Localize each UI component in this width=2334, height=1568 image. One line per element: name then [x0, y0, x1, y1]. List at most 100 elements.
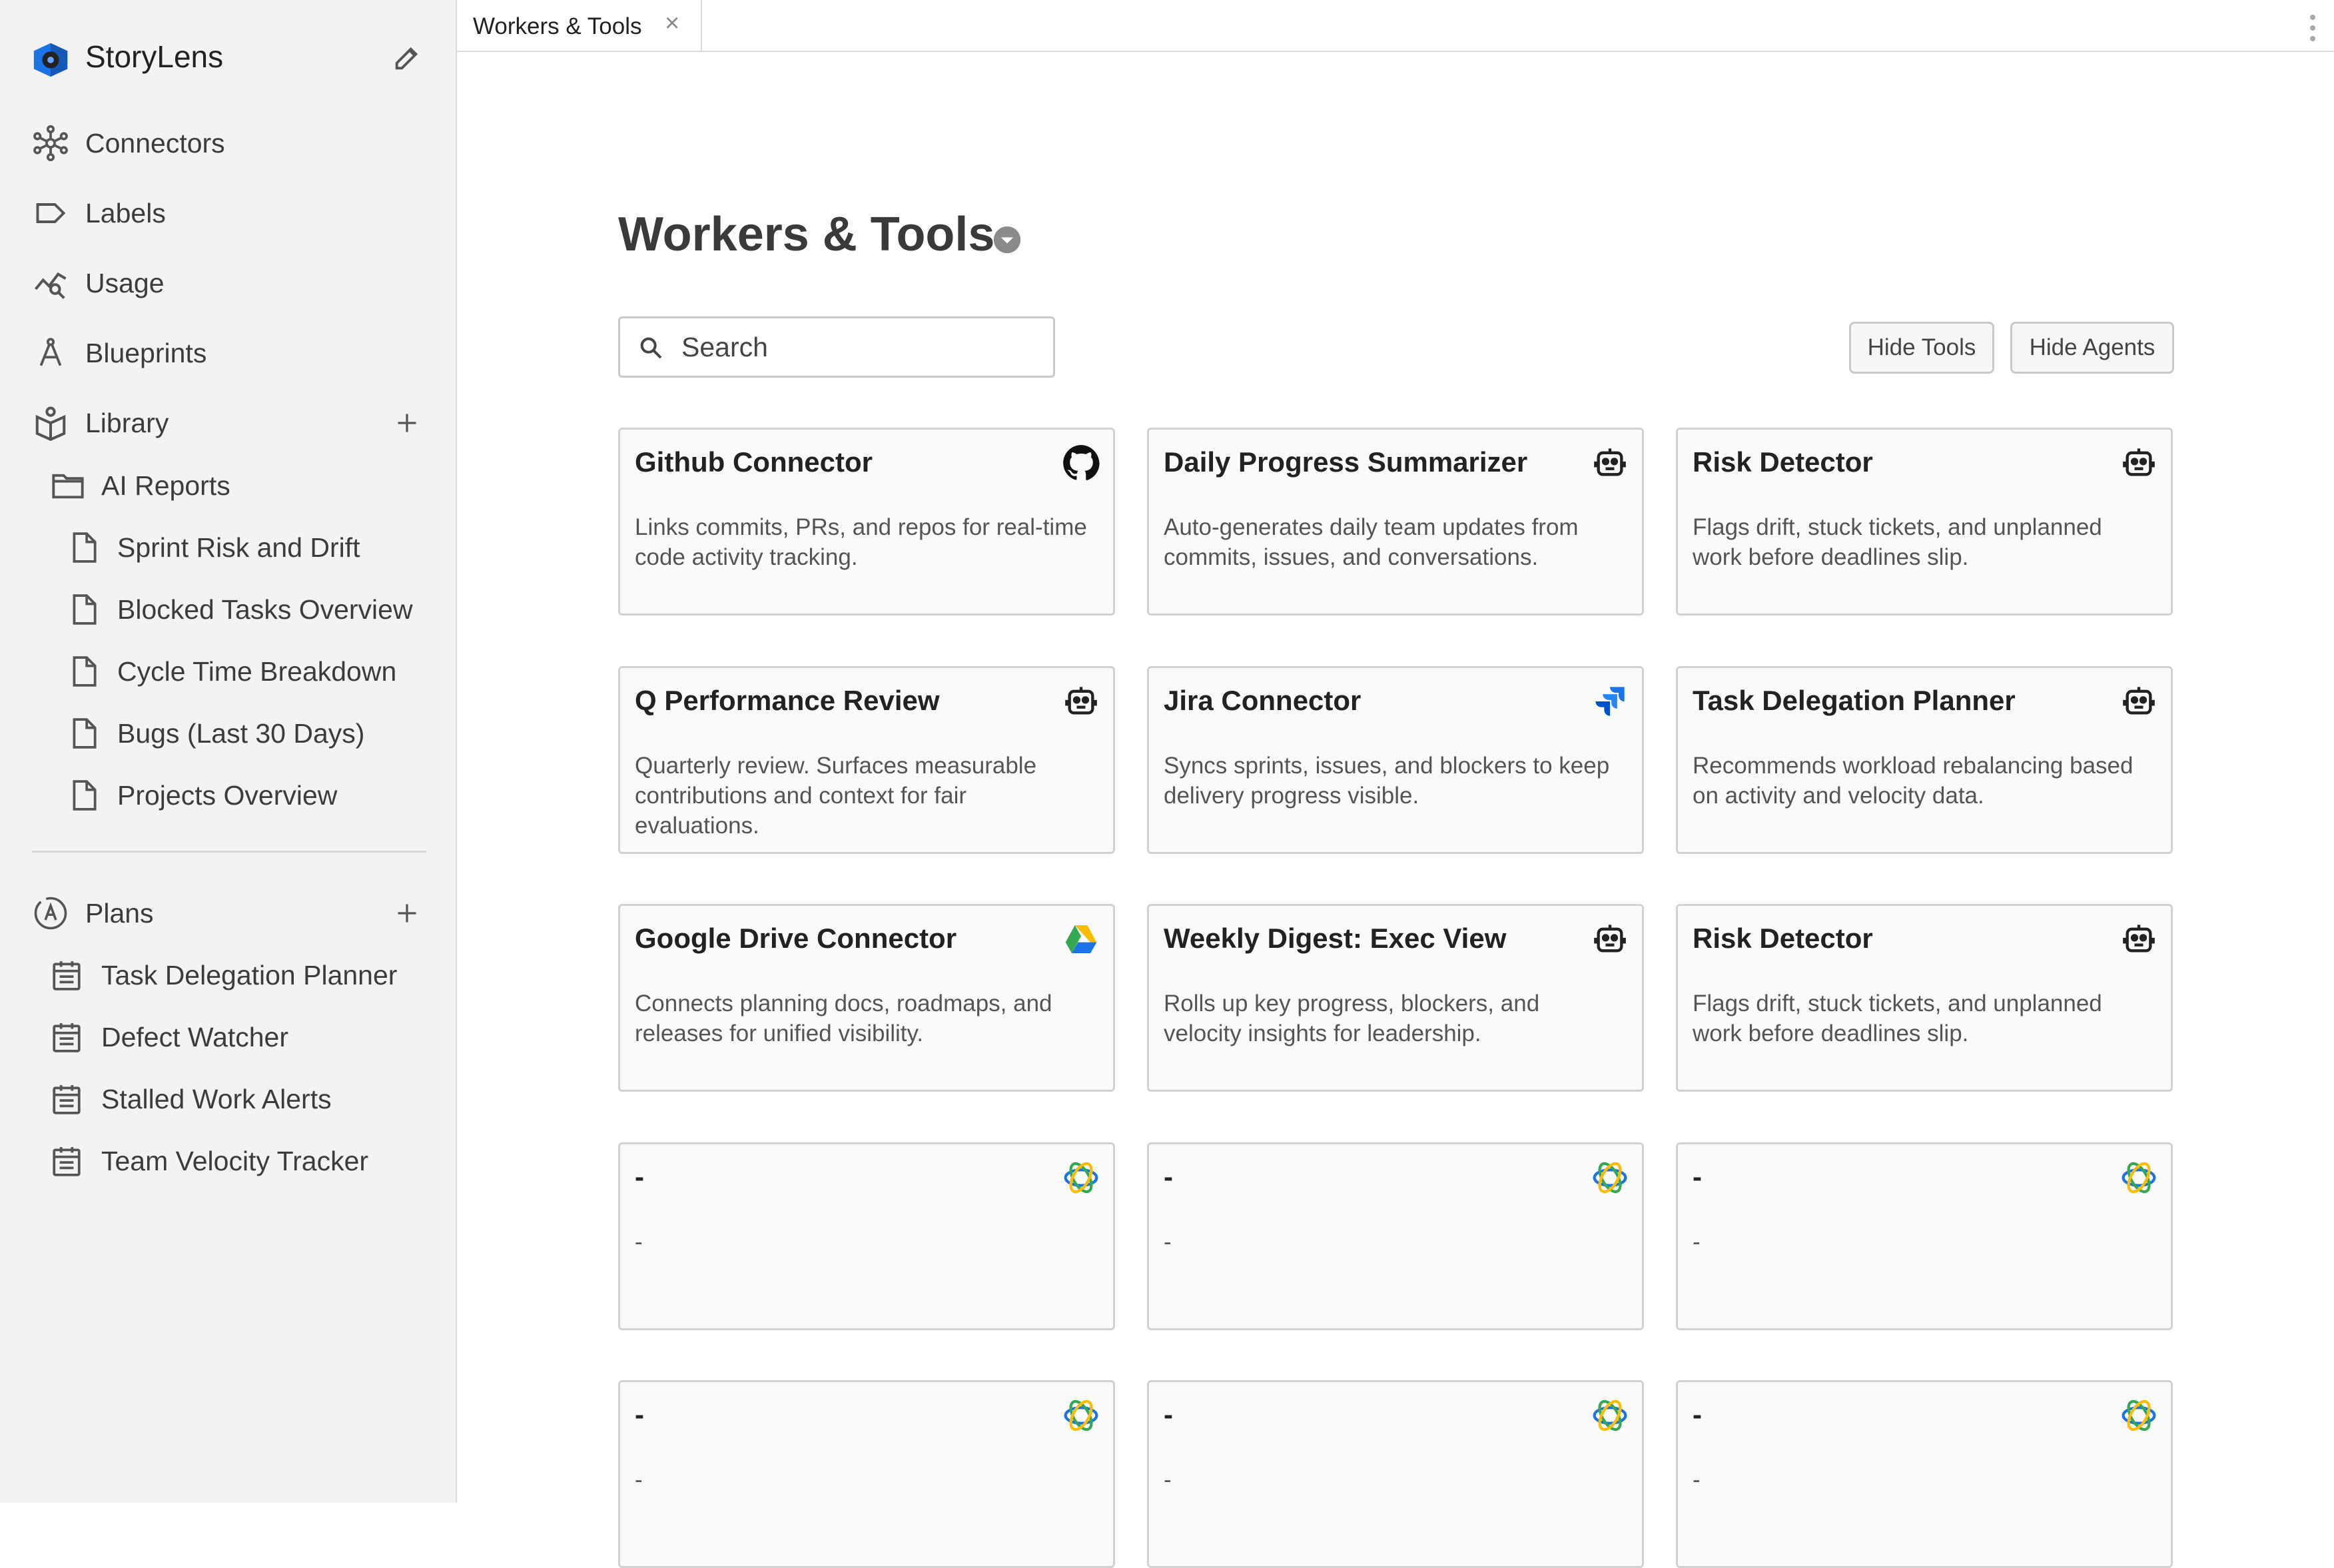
card-title: - — [635, 1399, 644, 1430]
tab-workers-tools[interactable]: Workers & Tools × — [457, 0, 702, 51]
calendar-icon — [47, 1017, 87, 1057]
storylens-logo-icon — [29, 37, 72, 80]
folder-label: AI Reports — [101, 470, 230, 501]
agent-card[interactable]: Daily Progress Summarizer Auto-generates… — [1147, 428, 1644, 615]
card-description: - — [635, 1467, 643, 1493]
orbit-icon — [1590, 1158, 1630, 1198]
orbit-icon — [1061, 1158, 1101, 1198]
empty-card[interactable]: - - — [1147, 1142, 1644, 1330]
plan-label: Team Velocity Tracker — [101, 1146, 369, 1176]
search-box[interactable] — [618, 316, 1055, 378]
report-label: Sprint Risk and Drift — [117, 532, 360, 563]
usage-chart-icon — [31, 263, 71, 303]
card-title: Daily Progress Summarizer — [1164, 446, 1528, 478]
tool-card[interactable]: Jira Connector Syncs sprints, issues, an… — [1147, 666, 1644, 854]
card-title: - — [1693, 1399, 1702, 1430]
plan-item[interactable]: Task Delegation Planner — [0, 952, 456, 998]
sidebar-item-blueprints[interactable]: Blueprints — [0, 330, 456, 376]
card-description: Syncs sprints, issues, and blockers to k… — [1164, 753, 1610, 809]
plan-item[interactable]: Stalled Work Alerts — [0, 1076, 456, 1122]
plan-item[interactable]: Defect Watcher — [0, 1014, 456, 1060]
label-icon — [31, 193, 71, 233]
report-label: Cycle Time Breakdown — [117, 656, 397, 687]
more-vertical-icon[interactable] — [2305, 12, 2321, 44]
add-icon[interactable] — [389, 895, 425, 931]
report-label: Blocked Tasks Overview — [117, 594, 413, 625]
orbit-icon — [2119, 1395, 2159, 1435]
add-icon[interactable] — [389, 405, 425, 441]
tool-card[interactable]: Google Drive Connector Connects planning… — [618, 904, 1115, 1092]
empty-card[interactable]: - - — [1676, 1142, 2173, 1330]
card-description: Flags drift, stuck tickets, and unplanne… — [1693, 514, 2102, 570]
search-input[interactable] — [681, 328, 1041, 366]
empty-card[interactable]: - - — [618, 1142, 1115, 1330]
agent-card[interactable]: Q Performance Review Quarterly review. S… — [618, 666, 1115, 854]
library-icon — [31, 403, 71, 443]
sidebar-item-connectors[interactable]: Connectors — [0, 120, 456, 167]
calendar-icon — [47, 1141, 87, 1181]
close-icon[interactable]: × — [665, 9, 679, 38]
card-description: - — [635, 1229, 643, 1255]
chevron-down-circle-icon[interactable] — [991, 224, 1023, 256]
library-report-item[interactable]: Projects Overview — [0, 772, 456, 819]
page-title: Workers & Tools — [618, 208, 995, 261]
sidebar-divider — [32, 851, 426, 853]
sidebar-item-label: Usage — [85, 268, 165, 298]
card-description: Quarterly review. Surfaces measurable co… — [635, 753, 1037, 839]
plan-label: Task Delegation Planner — [101, 960, 398, 990]
card-title: Github Connector — [635, 446, 873, 478]
library-report-item[interactable]: Sprint Risk and Drift — [0, 524, 456, 571]
robot-icon — [2119, 919, 2159, 959]
document-icon — [64, 651, 104, 691]
plan-label: Stalled Work Alerts — [101, 1084, 332, 1114]
card-description: Connects planning docs, roadmaps, and re… — [635, 990, 1052, 1046]
sidebar: StoryLens Connectors Labels Usage Bluepr… — [0, 0, 457, 1503]
orbit-icon — [2119, 1158, 2159, 1198]
calendar-icon — [47, 955, 87, 995]
plan-label: Defect Watcher — [101, 1022, 289, 1052]
hide-tools-button[interactable]: Hide Tools — [1849, 322, 1994, 374]
card-title: Task Delegation Planner — [1693, 685, 2016, 716]
library-report-item[interactable]: Cycle Time Breakdown — [0, 648, 456, 695]
folder-icon — [48, 466, 88, 506]
card-title: - — [635, 1161, 644, 1192]
tab-label: Workers & Tools — [473, 13, 642, 39]
card-description: - — [1693, 1229, 1701, 1255]
github-icon — [1061, 443, 1101, 483]
empty-card[interactable]: - - — [1676, 1380, 2173, 1568]
document-icon — [64, 589, 104, 629]
card-title: Risk Detector — [1693, 923, 1873, 954]
plan-item[interactable]: Team Velocity Tracker — [0, 1138, 456, 1184]
brand-name: StoryLens — [85, 39, 224, 74]
library-folder-ai-reports[interactable]: AI Reports — [0, 462, 456, 509]
edit-pencil-icon[interactable] — [389, 40, 425, 76]
card-description: Rolls up key progress, blockers, and vel… — [1164, 990, 1540, 1046]
agent-card[interactable]: Weekly Digest: Exec View Rolls up key pr… — [1147, 904, 1644, 1092]
agent-card[interactable]: Risk Detector Flags drift, stuck tickets… — [1676, 428, 2173, 615]
empty-card[interactable]: - - — [1147, 1380, 1644, 1568]
card-title: - — [1693, 1161, 1702, 1192]
agent-card[interactable]: Task Delegation Planner Recommends workl… — [1676, 666, 2173, 854]
compass-icon — [31, 333, 71, 373]
sidebar-item-library[interactable]: Library — [0, 400, 456, 446]
card-description: Flags drift, stuck tickets, and unplanne… — [1693, 990, 2102, 1046]
sidebar-item-labels[interactable]: Labels — [0, 190, 456, 236]
sidebar-item-plans[interactable]: Plans — [0, 890, 456, 937]
hide-agents-button[interactable]: Hide Agents — [2010, 322, 2174, 374]
card-title: Weekly Digest: Exec View — [1164, 923, 1507, 954]
report-label: Projects Overview — [117, 780, 338, 811]
agent-card[interactable]: Risk Detector Flags drift, stuck tickets… — [1676, 904, 2173, 1092]
sidebar-item-usage[interactable]: Usage — [0, 260, 456, 306]
card-title: Google Drive Connector — [635, 923, 957, 954]
plans-auto-icon — [31, 893, 71, 933]
orbit-icon — [1061, 1395, 1101, 1435]
library-report-item[interactable]: Blocked Tasks Overview — [0, 586, 456, 633]
google-drive-icon — [1061, 919, 1101, 959]
empty-card[interactable]: - - — [618, 1380, 1115, 1568]
jira-icon — [1590, 681, 1630, 721]
sidebar-item-label: Labels — [85, 198, 166, 228]
sidebar-item-label: Blueprints — [85, 338, 207, 368]
card-title: - — [1164, 1161, 1173, 1192]
library-report-item[interactable]: Bugs (Last 30 Days) — [0, 710, 456, 757]
tool-card[interactable]: Github Connector Links commits, PRs, and… — [618, 428, 1115, 615]
